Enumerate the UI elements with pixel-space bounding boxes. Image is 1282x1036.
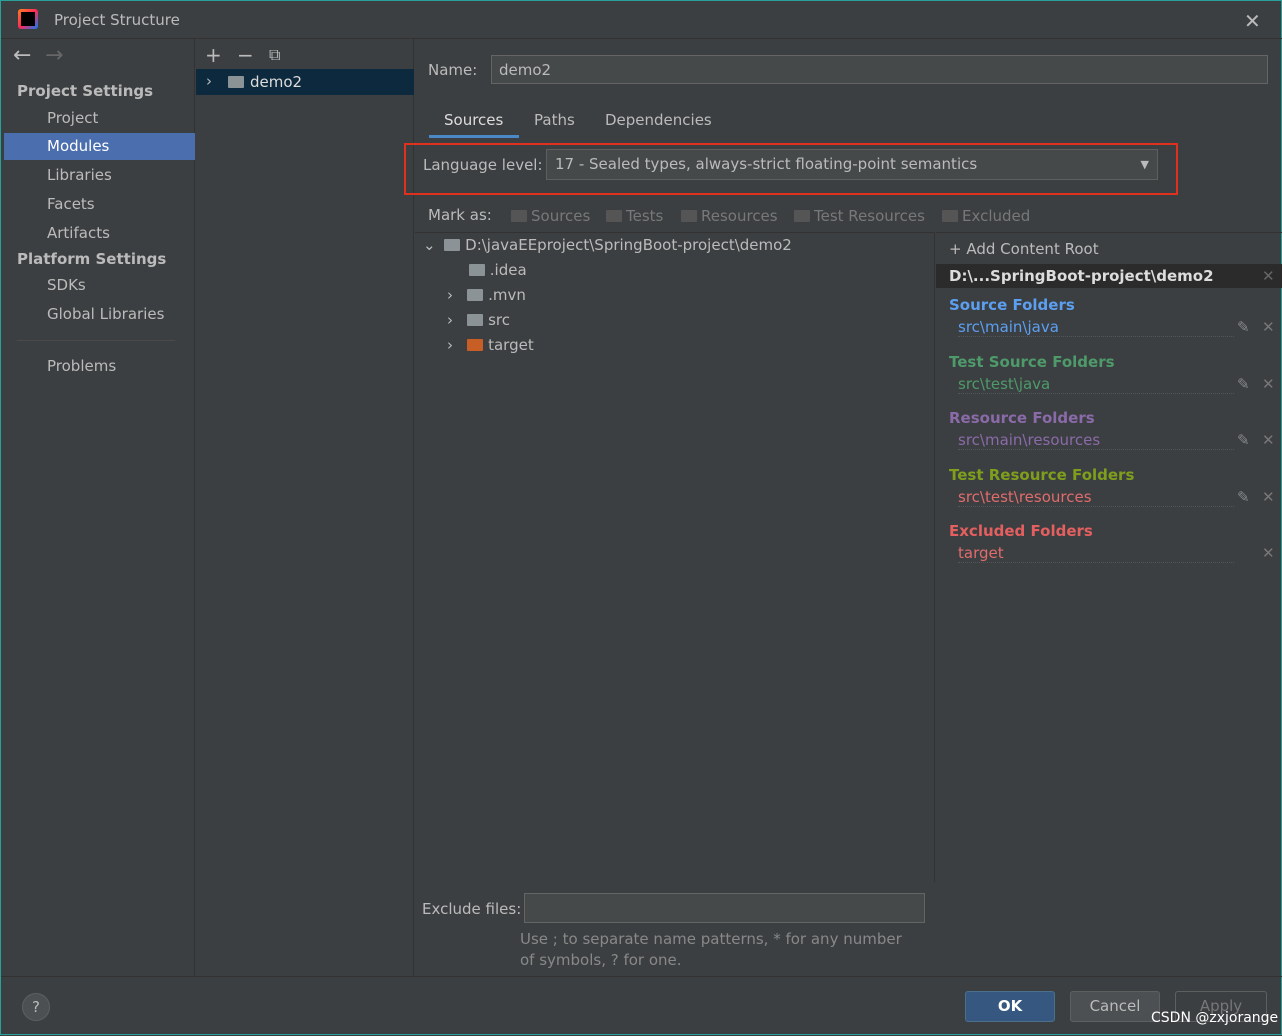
tree-item-mvn[interactable]: › .mvn (447, 286, 526, 304)
tree-item-idea[interactable]: .idea (469, 261, 527, 279)
exclude-hint: Use ; to separate name patterns, * for a… (520, 930, 902, 969)
folder-group-title: Excluded Folders (949, 522, 1093, 540)
tab-paths[interactable]: Paths (534, 111, 575, 129)
sidebar: ← → Project Settings Project Modules Lib… (1, 39, 195, 976)
remove-folder-icon[interactable]: ✕ (1262, 318, 1275, 336)
tree-root[interactable]: ⌄ D:\javaEEproject\SpringBoot-project\de… (423, 236, 792, 254)
edit-icon[interactable]: ✎ (1237, 488, 1250, 506)
exclude-files-label: Exclude files: (422, 900, 522, 918)
name-label: Name: (428, 61, 478, 79)
folder-icon (606, 210, 622, 222)
chevron-down-icon: ⌄ (423, 236, 436, 254)
language-level-label: Language level: (423, 156, 543, 174)
exclude-files-input[interactable] (524, 893, 925, 923)
folder-icon (511, 210, 527, 222)
remove-root-icon[interactable]: ✕ (1262, 267, 1275, 285)
platform-settings-heading: Platform Settings (17, 250, 167, 268)
forward-arrow-icon[interactable]: → (45, 43, 63, 68)
folder-group-title: Test Source Folders (949, 352, 1115, 371)
content-root-path: D:\...SpringBoot-project\demo2 (949, 267, 1214, 285)
remove-folder-icon[interactable]: ✕ (1262, 544, 1275, 562)
mark-excluded-button[interactable]: Excluded (942, 207, 1030, 225)
folder-path[interactable]: src\test\java (958, 375, 1234, 394)
folder-tree: ⌄ D:\javaEEproject\SpringBoot-project\de… (415, 232, 935, 882)
folder-group-title: Resource Folders (949, 409, 1095, 427)
tab-dependencies[interactable]: Dependencies (605, 111, 712, 129)
excluded-folder-icon (467, 339, 484, 351)
name-input[interactable] (491, 55, 1268, 84)
copy-icon[interactable]: ⧉ (269, 45, 280, 65)
back-arrow-icon[interactable]: ← (13, 43, 31, 68)
module-editor: Name: Sources Paths Dependencies Languag… (404, 39, 1282, 976)
intellij-logo-icon (18, 9, 38, 29)
tree-item-target[interactable]: › target (447, 336, 534, 354)
folder-group-title: Test Resource Folders (949, 465, 1135, 484)
folder-icon (444, 239, 461, 251)
folder-path[interactable]: src\test\resources (958, 488, 1234, 507)
add-content-root-button[interactable]: + Add Content Root (949, 240, 1099, 258)
plus-icon: + (949, 240, 962, 258)
help-button[interactable]: ? (22, 993, 50, 1021)
sidebar-item-artifacts[interactable]: Artifacts (4, 220, 195, 247)
tree-item-src[interactable]: › src (447, 311, 510, 329)
mark-as-label: Mark as: (428, 206, 492, 224)
folder-icon (942, 210, 958, 222)
folder-icon (794, 210, 810, 222)
add-icon[interactable]: + (205, 43, 222, 67)
chevron-right-icon: › (447, 311, 453, 329)
module-name: demo2 (250, 73, 303, 91)
active-tab-indicator (429, 135, 519, 138)
chevron-right-icon[interactable]: › (206, 72, 212, 90)
edit-icon[interactable]: ✎ (1237, 431, 1250, 449)
footer: ? OK Cancel Apply CSDN @zxjorange (1, 976, 1282, 1036)
cancel-button[interactable]: Cancel (1070, 991, 1160, 1022)
title-bar: Project Structure ✕ (1, 1, 1282, 39)
sidebar-item-facets[interactable]: Facets (4, 191, 195, 218)
folder-path[interactable]: src\main\resources (958, 431, 1234, 450)
window-title: Project Structure (54, 11, 180, 29)
folder-path[interactable]: src\main\java (958, 318, 1234, 337)
tab-sources[interactable]: Sources (444, 111, 503, 129)
mark-test-resources-button[interactable]: Test Resources (794, 207, 925, 225)
module-folder-icon (228, 76, 244, 88)
module-list: + − ⧉ › demo2 (196, 39, 414, 976)
sidebar-item-problems[interactable]: Problems (4, 353, 195, 380)
chevron-right-icon: › (447, 286, 453, 304)
sidebar-item-modules[interactable]: Modules (4, 133, 195, 160)
mark-resources-button[interactable]: Resources (681, 207, 778, 225)
sidebar-item-sdks[interactable]: SDKs (4, 272, 195, 299)
folder-icon (467, 314, 484, 326)
content-roots-panel: + Add Content Root D:\...SpringBoot-proj… (936, 232, 1282, 976)
watermark: CSDN @zxjorange (1151, 1010, 1279, 1026)
mark-tests-button[interactable]: Tests (606, 207, 663, 225)
folder-group-title: Source Folders (949, 296, 1075, 314)
sidebar-item-project[interactable]: Project (4, 105, 195, 132)
remove-folder-icon[interactable]: ✕ (1262, 375, 1275, 393)
module-item-demo2[interactable]: › demo2 (196, 69, 414, 95)
folder-icon (469, 264, 485, 276)
folder-icon (467, 289, 484, 301)
sidebar-item-libraries[interactable]: Libraries (4, 162, 195, 189)
divider (17, 340, 175, 341)
edit-icon[interactable]: ✎ (1237, 375, 1250, 393)
project-settings-heading: Project Settings (17, 82, 154, 100)
edit-icon[interactable]: ✎ (1237, 318, 1250, 336)
content-root-header: D:\...SpringBoot-project\demo2 ✕ (936, 264, 1282, 288)
close-icon[interactable]: ✕ (1244, 9, 1261, 33)
mark-sources-button[interactable]: Sources (511, 207, 590, 225)
sidebar-item-global-libraries[interactable]: Global Libraries (4, 301, 195, 328)
folder-path[interactable]: target (958, 544, 1234, 563)
ok-button[interactable]: OK (965, 991, 1055, 1022)
remove-folder-icon[interactable]: ✕ (1262, 431, 1275, 449)
remove-folder-icon[interactable]: ✕ (1262, 488, 1275, 506)
language-level-select[interactable]: 17 - Sealed types, always-strict floatin… (546, 149, 1158, 180)
remove-icon[interactable]: − (237, 43, 254, 67)
dropdown-arrow-icon: ▼ (1140, 158, 1149, 171)
language-level-value: 17 - Sealed types, always-strict floatin… (555, 155, 978, 173)
chevron-right-icon: › (447, 336, 453, 354)
folder-icon (681, 210, 697, 222)
